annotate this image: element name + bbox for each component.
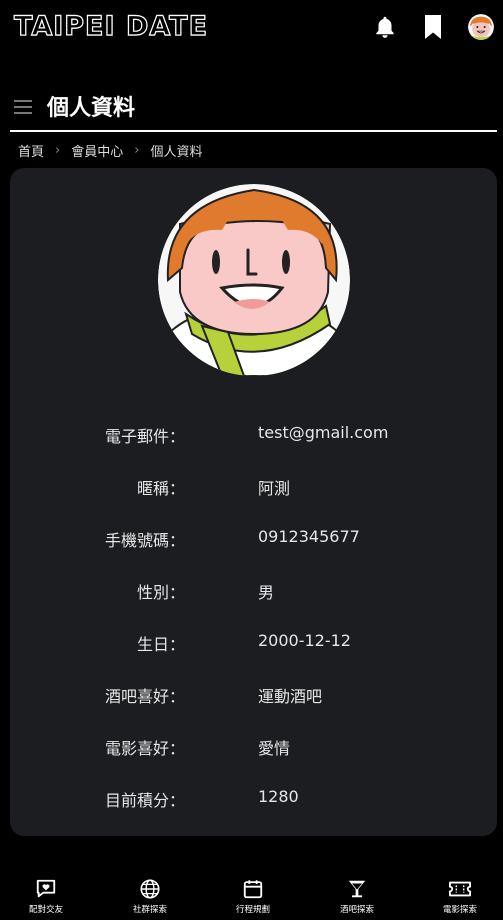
field-label: 電子郵件： <box>104 427 185 446</box>
globe-icon <box>140 879 160 899</box>
app-logo[interactable]: TAIPEI DATE <box>13 10 208 42</box>
field-value: 男 <box>258 583 275 602</box>
field-label: 性別： <box>136 583 185 602</box>
title-divider <box>10 130 497 132</box>
top-bar: TAIPEI DATE <box>0 0 503 54</box>
calendar-icon <box>243 880 263 899</box>
heart-chat-icon <box>36 879 56 898</box>
field-label: 酒吧喜好： <box>104 687 185 706</box>
nav-item-movies[interactable]: 電影探索 <box>420 878 500 915</box>
page-title: 個人資料 <box>47 96 136 121</box>
profile-row-bar-preference: 酒吧喜好： 運動酒吧 <box>0 683 503 707</box>
field-label: 目前積分： <box>104 791 185 810</box>
nav-label: 行程規劃 <box>235 905 270 915</box>
field-label: 手機號碼： <box>104 531 185 550</box>
field-value: 1280 <box>258 787 299 806</box>
field-value: 阿測 <box>258 479 291 498</box>
cocktail-icon <box>348 880 366 898</box>
field-value: test@gmail.com <box>258 423 389 442</box>
nav-label: 酒吧探索 <box>339 905 374 915</box>
profile-row-gender: 性別： 男 <box>0 579 503 603</box>
bottom-nav: 配對交友 社群探索 行程規劃 酒吧探索 電影探索 <box>0 872 503 920</box>
nav-item-matching[interactable]: 配對交友 <box>6 878 86 915</box>
field-value: 0912345677 <box>258 527 360 546</box>
ticket-icon <box>448 881 471 897</box>
breadcrumb: 首頁 › 會員中心 › 個人資料 <box>18 141 202 160</box>
profile-row-email: 電子郵件： test@gmail.com <box>0 423 503 447</box>
nav-item-bars[interactable]: 酒吧探索 <box>317 878 397 915</box>
profile-avatar[interactable] <box>158 184 350 376</box>
breadcrumb-separator-icon: › <box>55 143 61 158</box>
breadcrumb-separator-icon: › <box>134 143 140 158</box>
field-label: 電影喜好： <box>104 739 185 758</box>
profile-row-movie-preference: 電影喜好： 愛情 <box>0 735 503 759</box>
nav-item-community[interactable]: 社群探索 <box>110 878 190 915</box>
field-label: 生日： <box>136 635 185 654</box>
profile-row-nickname: 暱稱： 阿測 <box>0 475 503 499</box>
nav-label: 社群探索 <box>132 905 167 915</box>
breadcrumb-home[interactable]: 首頁 <box>18 141 44 160</box>
profile-row-points: 目前積分： 1280 <box>0 787 503 811</box>
nav-item-schedule[interactable]: 行程規劃 <box>213 878 293 915</box>
field-value: 運動酒吧 <box>258 687 323 706</box>
bell-icon[interactable] <box>372 14 398 44</box>
nav-label: 配對交友 <box>28 905 63 915</box>
breadcrumb-member-center[interactable]: 會員中心 <box>71 141 123 160</box>
field-label: 暱稱： <box>136 479 185 498</box>
profile-row-birthday: 生日： 2000-12-12 <box>0 631 503 655</box>
nav-label: 電影探索 <box>442 905 477 915</box>
profile-row-phone: 手機號碼： 0912345677 <box>0 527 503 551</box>
hamburger-icon[interactable] <box>14 99 32 119</box>
user-avatar[interactable] <box>468 14 494 40</box>
bookmark-icon[interactable] <box>421 14 445 44</box>
field-value: 愛情 <box>258 739 291 758</box>
breadcrumb-current: 個人資料 <box>150 145 203 160</box>
field-value: 2000-12-12 <box>258 631 351 650</box>
